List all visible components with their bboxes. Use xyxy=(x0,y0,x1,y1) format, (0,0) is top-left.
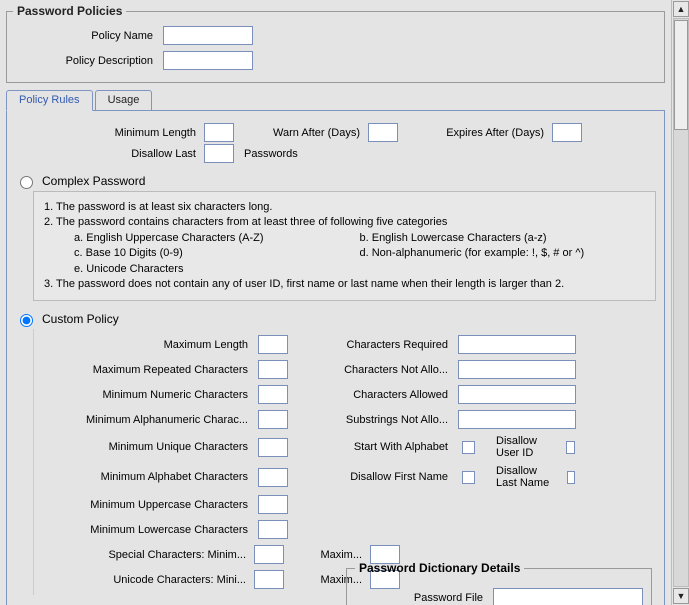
chevron-up-icon: ▲ xyxy=(677,4,686,14)
group-title: Password Policies xyxy=(13,4,126,18)
scroll-thumb[interactable] xyxy=(674,20,688,130)
disallow-first-checkbox[interactable] xyxy=(462,471,475,484)
min-alphabet-field[interactable] xyxy=(258,468,288,487)
custom-policy-label: Custom Policy xyxy=(42,312,119,326)
complex-rule-2b: b. English Lowercase Characters (a-z) xyxy=(360,231,646,246)
content-area: Password Policies Policy Name Policy Des… xyxy=(0,0,671,605)
policy-name-label: Policy Name xyxy=(13,30,163,42)
password-policies-group: Password Policies Policy Name Policy Des… xyxy=(6,4,665,83)
passwords-label: Passwords xyxy=(244,148,344,160)
start-alpha-checkbox[interactable] xyxy=(462,441,475,454)
chars-allowed-label: Characters Allowed xyxy=(302,389,452,401)
disallow-first-label: Disallow First Name xyxy=(302,471,452,483)
complex-rule-1: 1. The password is at least six characte… xyxy=(44,200,645,215)
policy-desc-field[interactable] xyxy=(163,51,253,70)
min-unique-label: Minimum Unique Characters xyxy=(40,441,252,453)
min-upper-label: Minimum Uppercase Characters xyxy=(40,499,252,511)
password-dictionary-group: Password Dictionary Details Password Fil… xyxy=(346,561,652,605)
max-length-label: Maximum Length xyxy=(40,339,252,351)
custom-policy-body: Maximum Length Characters Required Maxim… xyxy=(33,329,656,595)
substrings-not-allowed-field[interactable] xyxy=(458,410,576,429)
tab-policy-rules[interactable]: Policy Rules xyxy=(6,90,93,111)
min-alphanum-label: Minimum Alphanumeric Charac... xyxy=(40,414,252,426)
min-upper-field[interactable] xyxy=(258,495,288,514)
vertical-scrollbar[interactable]: ▲ ▼ xyxy=(671,0,689,605)
disallow-last-field[interactable] xyxy=(204,144,234,163)
policy-desc-row: Policy Description xyxy=(13,51,658,70)
scroll-up-button[interactable]: ▲ xyxy=(673,1,689,17)
tab-usage[interactable]: Usage xyxy=(95,90,153,110)
custom-policy-radio[interactable] xyxy=(20,314,33,327)
policy-rules-panel: Minimum Length Warn After (Days) Expires… xyxy=(6,111,665,605)
special-max-label: Maxim... xyxy=(296,549,366,561)
expires-after-label: Expires After (Days) xyxy=(408,127,548,139)
disallow-last-name-checkbox[interactable] xyxy=(567,471,575,484)
chars-required-label: Characters Required xyxy=(302,339,452,351)
complex-radio-row: Complex Password xyxy=(15,173,656,189)
chars-allowed-field[interactable] xyxy=(458,385,576,404)
special-min-label: Special Characters: Minim... xyxy=(40,549,250,561)
min-numeric-field[interactable] xyxy=(258,385,288,404)
complex-password-label: Complex Password xyxy=(42,174,145,188)
policy-name-field[interactable] xyxy=(163,26,253,45)
start-alpha-label: Start With Alphabet xyxy=(302,441,452,453)
password-file-field[interactable] xyxy=(493,588,643,605)
password-file-label: Password File xyxy=(355,592,487,604)
min-length-field[interactable] xyxy=(204,123,234,142)
min-lower-field[interactable] xyxy=(258,520,288,539)
tab-bar: Policy Rules Usage xyxy=(6,89,665,111)
scroll-track[interactable] xyxy=(673,18,689,587)
max-repeated-field[interactable] xyxy=(258,360,288,379)
warn-after-label: Warn After (Days) xyxy=(244,127,364,139)
complex-rule-3: 3. The password does not contain any of … xyxy=(44,277,645,292)
custom-policy-grid: Maximum Length Characters Required Maxim… xyxy=(40,335,650,539)
special-min-field[interactable] xyxy=(254,545,284,564)
warn-after-field[interactable] xyxy=(368,123,398,142)
chars-required-field[interactable] xyxy=(458,335,576,354)
disallow-last-label: Disallow Last xyxy=(15,148,200,160)
complex-rule-2c: c. Base 10 Digits (0-9) xyxy=(74,246,360,261)
complex-rule-2d: d. Non-alphanumeric (for example: !, $, … xyxy=(360,246,646,261)
min-alphabet-label: Minimum Alphabet Characters xyxy=(40,471,252,483)
complex-rule-2: 2. The password contains characters from… xyxy=(44,215,645,230)
scroll-down-button[interactable]: ▼ xyxy=(673,588,689,604)
max-repeated-label: Maximum Repeated Characters xyxy=(40,364,252,376)
unicode-min-label: Unicode Characters: Mini... xyxy=(40,574,250,586)
password-dictionary-legend: Password Dictionary Details xyxy=(355,561,524,575)
complex-password-radio[interactable] xyxy=(20,176,33,189)
expires-after-field[interactable] xyxy=(552,123,582,142)
unicode-min-field[interactable] xyxy=(254,570,284,589)
min-unique-field[interactable] xyxy=(258,438,288,457)
disallow-last-name-label: Disallow Last Name xyxy=(496,465,552,489)
chars-not-allowed-field[interactable] xyxy=(458,360,576,379)
complex-rule-2a: a. English Uppercase Characters (A-Z) xyxy=(74,231,360,246)
min-alphanum-field[interactable] xyxy=(258,410,288,429)
policy-desc-label: Policy Description xyxy=(13,55,163,67)
chars-not-allowed-label: Characters Not Allo... xyxy=(302,364,452,376)
max-length-field[interactable] xyxy=(258,335,288,354)
disallow-userid-checkbox[interactable] xyxy=(566,441,575,454)
min-length-label: Minimum Length xyxy=(15,127,200,139)
rules-row-1: Minimum Length Warn After (Days) Expires… xyxy=(15,123,656,142)
rules-row-2: Disallow Last Passwords xyxy=(15,144,656,163)
min-numeric-label: Minimum Numeric Characters xyxy=(40,389,252,401)
min-lower-label: Minimum Lowercase Characters xyxy=(40,524,252,536)
policy-name-row: Policy Name xyxy=(13,26,658,45)
chevron-down-icon: ▼ xyxy=(677,591,686,601)
custom-radio-row: Custom Policy xyxy=(15,311,656,327)
disallow-userid-label: Disallow User ID xyxy=(496,435,551,459)
substrings-not-allowed-label: Substrings Not Allo... xyxy=(302,414,452,426)
window: Password Policies Policy Name Policy Des… xyxy=(0,0,689,605)
complex-rule-2e: e. Unicode Characters xyxy=(74,262,360,277)
complex-password-description: 1. The password is at least six characte… xyxy=(33,191,656,301)
